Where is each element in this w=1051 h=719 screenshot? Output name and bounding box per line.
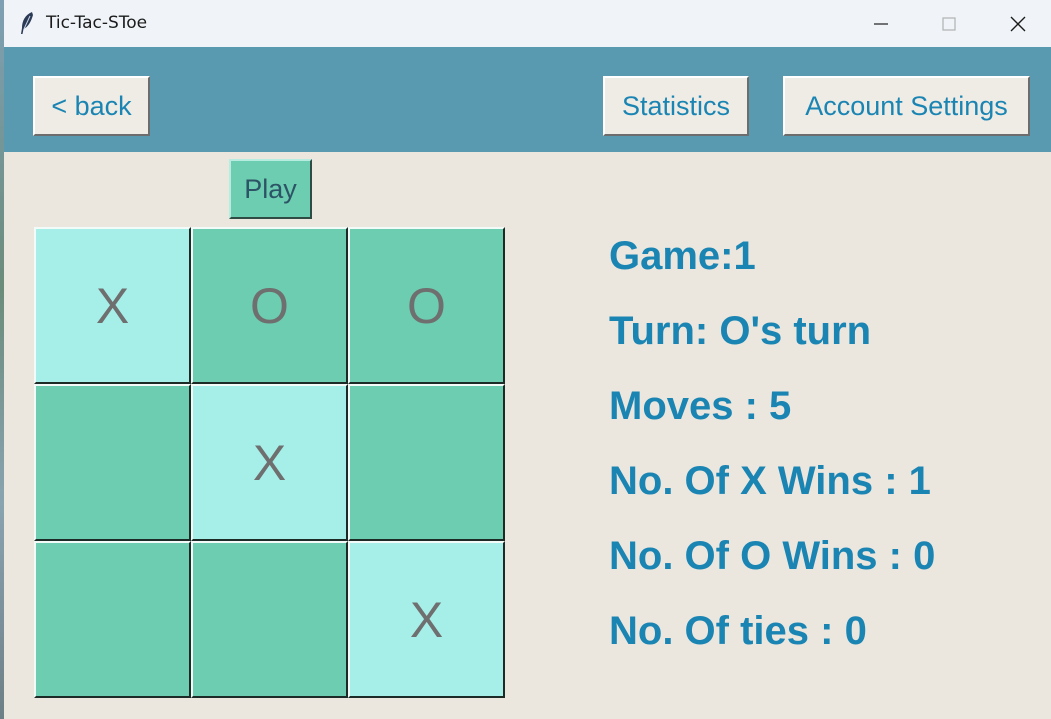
- board-cell-1[interactable]: X: [34, 227, 191, 384]
- close-button[interactable]: [983, 0, 1051, 47]
- board-cell-6[interactable]: [348, 384, 505, 541]
- maximize-button[interactable]: [914, 0, 982, 47]
- back-button[interactable]: < back: [33, 76, 150, 136]
- board-cell-8[interactable]: [191, 541, 348, 698]
- game-number-label: Game:1: [609, 234, 756, 278]
- account-settings-button[interactable]: Account Settings: [783, 76, 1030, 136]
- board-cell-3[interactable]: O: [348, 227, 505, 384]
- statistics-button[interactable]: Statistics: [603, 76, 749, 136]
- board-cell-5[interactable]: X: [191, 384, 348, 541]
- board-cell-2[interactable]: O: [191, 227, 348, 384]
- title-bar: Tic-Tac-SToe: [4, 0, 1051, 48]
- app-window: Tic-Tac-SToe < back Statistics Account S…: [4, 0, 1051, 719]
- board-cell-9[interactable]: X: [348, 541, 505, 698]
- o-wins-label: No. Of O Wins : 0: [609, 534, 936, 578]
- maximize-icon: [942, 17, 956, 31]
- close-icon: [1010, 16, 1026, 32]
- board-cell-4[interactable]: [34, 384, 191, 541]
- turn-label: Turn: O's turn: [609, 309, 872, 353]
- game-board: X O O X X: [34, 227, 506, 699]
- board-cell-7[interactable]: [34, 541, 191, 698]
- minimize-button[interactable]: [846, 0, 914, 47]
- moves-label: Moves : 5: [609, 384, 792, 428]
- play-button[interactable]: Play: [229, 159, 312, 219]
- minimize-icon: [874, 23, 888, 25]
- top-toolbar: < back Statistics Account Settings: [4, 47, 1051, 152]
- ties-label: No. Of ties : 0: [609, 609, 867, 653]
- x-wins-label: No. Of X Wins : 1: [609, 459, 931, 503]
- window-title: Tic-Tac-SToe: [46, 13, 148, 33]
- feather-icon: [21, 12, 33, 34]
